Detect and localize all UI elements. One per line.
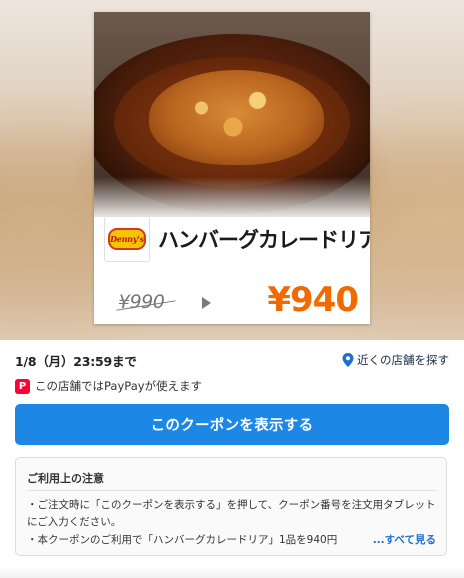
expiry-date: 1/8（月）23:59まで [15,354,137,369]
notes-divider [27,490,437,491]
note-item: ・ご注文時に「このクーポンを表示する」を押して、クーポン番号を注文用タブレットに… [27,499,436,528]
nearby-stores-label: 近くの店舗を探す [357,353,449,367]
discount-price: ¥940 [267,280,359,320]
coupon-card: Denny's ハンバーグカレードリア ¥990 ¥940 [94,12,370,324]
show-coupon-button[interactable]: このクーポンを表示する [15,404,449,445]
note-item: ・本クーポンのご利用で「ハンバーグカレードリア」1品を940円 [27,534,338,546]
usage-notes: ご利用上の注意 ・ご注文時に「このクーポンを表示する」を押して、クーポン番号を注… [15,457,447,556]
brand-logo: Denny's [104,216,150,262]
paypay-icon: P [15,378,30,394]
arrow-right-icon [202,297,211,309]
see-all-link[interactable]: ...すべて見る [368,532,436,549]
hamburg-cheese-image [149,70,324,165]
paypay-notice: P この店舗ではPayPayが使えます [15,378,202,394]
paypay-notice-text: この店舗ではPayPayが使えます [35,379,203,393]
menu-title: ハンバーグカレードリア [158,228,370,252]
notes-title: ご利用上の注意 [27,472,104,485]
map-pin-icon [342,353,354,367]
bottom-edge [0,566,464,578]
nearby-stores-link[interactable]: 近くの店舗を探す [342,352,449,368]
original-price: ¥990 [118,291,165,313]
brand-logo-mark: Denny's [108,228,146,250]
